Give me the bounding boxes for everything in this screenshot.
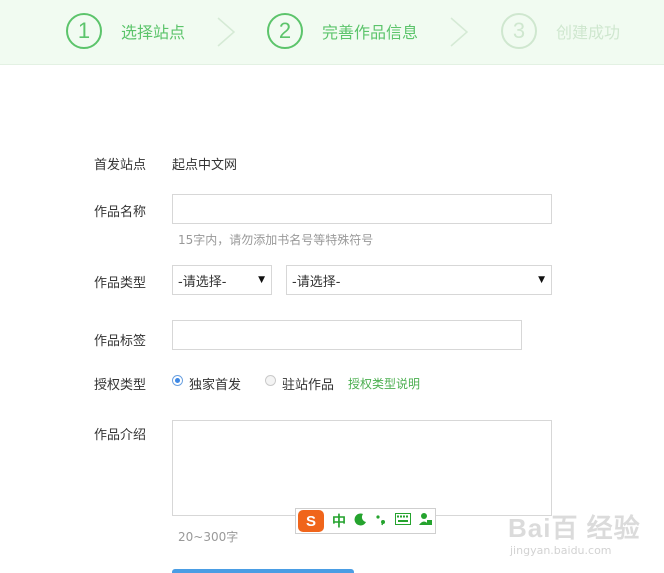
step-complete-info: 2 完善作品信息 — [267, 10, 418, 52]
select-value: -请选择- — [178, 274, 227, 290]
step-success: 3 创建成功 — [501, 10, 620, 52]
dropdown-arrow-icon: ▼ — [538, 275, 545, 285]
step-number: 3 — [501, 13, 537, 49]
chevron-right-icon — [450, 17, 469, 47]
site-value: 起点中文网 — [172, 158, 238, 173]
name-label: 作品名称 — [94, 205, 147, 220]
step-number: 2 — [267, 13, 303, 49]
input-mode-toggle[interactable]: 中 — [332, 511, 346, 531]
punctuation-icon[interactable] — [375, 513, 387, 530]
next-step-button[interactable] — [172, 569, 354, 573]
radio-exclusive[interactable] — [172, 375, 183, 386]
ime-toolbar[interactable]: S 中 — [295, 508, 436, 534]
intro-label: 作品介绍 — [94, 428, 147, 443]
step-label: 选择站点 — [121, 23, 186, 42]
select-value: -请选择- — [292, 274, 341, 290]
type-select-secondary[interactable]: -请选择- ▼ — [286, 265, 552, 295]
watermark-brand: Bai百 经验 — [508, 513, 641, 543]
type-label: 作品类型 — [94, 276, 147, 291]
step-select-site: 1 选择站点 — [66, 10, 185, 52]
keyboard-icon[interactable] — [395, 513, 411, 529]
chevron-right-icon — [217, 17, 236, 47]
radio-exclusive-label[interactable]: 独家首发 — [189, 374, 241, 393]
tags-label: 作品标签 — [94, 334, 147, 349]
step-label: 创建成功 — [556, 23, 621, 42]
tags-input[interactable] — [172, 320, 522, 350]
name-hint: 15字内，请勿添加书名号等特殊符号 — [178, 233, 374, 247]
watermark-url: jingyan.baidu.com — [510, 544, 612, 557]
auth-label: 授权类型 — [94, 378, 147, 393]
baidu-jingyan-watermark: Bai百 经验 jingyan.baidu.com — [508, 508, 658, 568]
site-label: 首发站点 — [94, 158, 147, 173]
step-label: 完善作品信息 — [322, 23, 419, 42]
type-select-primary[interactable]: -请选择- ▼ — [172, 265, 272, 295]
radio-resident-label[interactable]: 驻站作品 — [282, 374, 334, 393]
user-icon[interactable] — [419, 512, 432, 530]
step-number: 1 — [66, 13, 102, 49]
radio-resident[interactable] — [265, 375, 276, 386]
intro-textarea[interactable] — [172, 420, 552, 516]
auth-type-help-link[interactable]: 授权类型说明 — [348, 375, 420, 392]
sogou-logo-icon[interactable]: S — [298, 510, 324, 532]
work-name-input[interactable] — [172, 194, 552, 224]
moon-icon[interactable] — [354, 512, 367, 530]
intro-hint: 20~300字 — [178, 530, 239, 544]
progress-stepper: 1 选择站点 2 完善作品信息 3 创建成功 — [0, 0, 664, 65]
dropdown-arrow-icon: ▼ — [258, 275, 265, 285]
